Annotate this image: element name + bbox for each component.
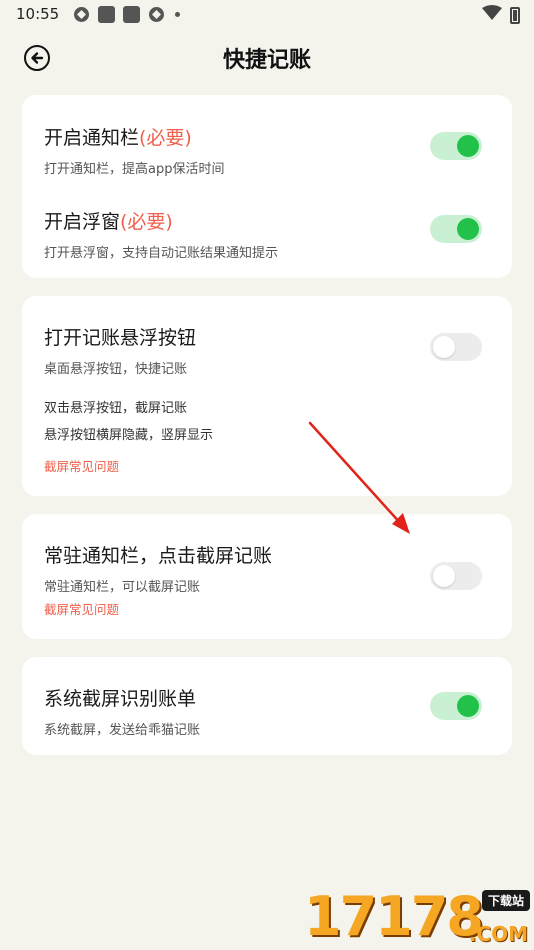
watermark-suffix: .COM <box>468 922 528 946</box>
persistent-notification-desc: 常驻通知栏，可以截屏记账 <box>44 580 201 595</box>
status-right <box>482 5 520 25</box>
sync-icon <box>73 6 90 23</box>
notification-bar-switch[interactable] <box>430 132 482 160</box>
floating-button-card: 打开记账悬浮按钮 桌面悬浮按钮，快捷记账 双击悬浮按钮，截屏记账 悬浮按钮横屏隐… <box>22 296 512 496</box>
persistent-notification-card: 常驻通知栏，点击截屏记账 常驻通知栏，可以截屏记账 截屏常见问题 <box>22 514 512 639</box>
status-time: 10:55 <box>16 5 60 23</box>
notification-bar-desc: 打开通知栏，提高app保活时间 <box>44 162 225 177</box>
notification-bar-title: 开启通知栏 <box>44 127 140 149</box>
status-bar: 10:55 <box>0 0 534 28</box>
site-watermark: 17178 下载站 .COM <box>304 885 534 950</box>
system-screenshot-desc: 系统截屏，发送给乖猫记账 <box>44 723 201 738</box>
persistent-notification-row: 常驻通知栏，点击截屏记账 常驻通知栏，可以截屏记账 <box>44 541 490 595</box>
switch-knob <box>433 565 455 587</box>
persistent-notification-title: 常驻通知栏，点击截屏记账 <box>44 545 273 567</box>
switch-knob <box>457 135 479 157</box>
wifi-icon <box>482 5 502 25</box>
floating-window-row: 开启浮窗(必要) 打开悬浮窗，支持自动记账结果通知提示 <box>44 207 490 261</box>
watermark-number: 17178 <box>304 885 484 948</box>
battery-icon <box>510 6 520 24</box>
app-notification-icon <box>123 5 141 23</box>
floating-button-switch[interactable] <box>430 333 482 361</box>
system-screenshot-title: 系统截屏识别账单 <box>44 688 197 710</box>
notification-bar-row: 开启通知栏(必要) 打开通知栏，提高app保活时间 <box>44 123 490 177</box>
annotation-arrow-icon <box>308 421 410 534</box>
app-notification-icon <box>98 5 116 23</box>
floating-window-desc: 打开悬浮窗，支持自动记账结果通知提示 <box>44 246 279 261</box>
orientation-note: 悬浮按钮横屏隐藏，竖屏显示 <box>44 428 214 443</box>
header: 快捷记账 <box>0 36 534 80</box>
screenshot-faq-link[interactable]: 截屏常见问题 <box>44 599 119 618</box>
required-tag: (必要) <box>139 127 192 149</box>
floating-button-title: 打开记账悬浮按钮 <box>44 327 197 349</box>
required-tag: (必要) <box>120 211 173 233</box>
switch-knob <box>457 695 479 717</box>
double-tap-note: 双击悬浮按钮，截屏记账 <box>44 401 188 416</box>
required-permissions-card: 开启通知栏(必要) 打开通知栏，提高app保活时间 开启浮窗(必要) 打开悬浮窗… <box>22 95 512 278</box>
sync-icon <box>148 6 165 23</box>
page-title: 快捷记账 <box>222 48 311 73</box>
persistent-notification-switch[interactable] <box>430 562 482 590</box>
system-screenshot-row: 系统截屏识别账单 系统截屏，发送给乖猫记账 <box>44 684 490 738</box>
screenshot-faq-link[interactable]: 截屏常见问题 <box>44 456 119 475</box>
system-screenshot-card: 系统截屏识别账单 系统截屏，发送给乖猫记账 <box>22 657 512 755</box>
floating-window-title: 开启浮窗 <box>44 211 121 233</box>
more-notifications-icon <box>175 11 181 17</box>
floating-button-desc: 桌面悬浮按钮，快捷记账 <box>44 362 188 377</box>
watermark-badge: 下载站 <box>481 890 530 911</box>
switch-knob <box>433 336 455 358</box>
floating-window-switch[interactable] <box>430 215 482 243</box>
switch-knob <box>457 218 479 240</box>
floating-button-row: 打开记账悬浮按钮 桌面悬浮按钮，快捷记账 <box>44 323 490 377</box>
system-screenshot-switch[interactable] <box>430 692 482 720</box>
